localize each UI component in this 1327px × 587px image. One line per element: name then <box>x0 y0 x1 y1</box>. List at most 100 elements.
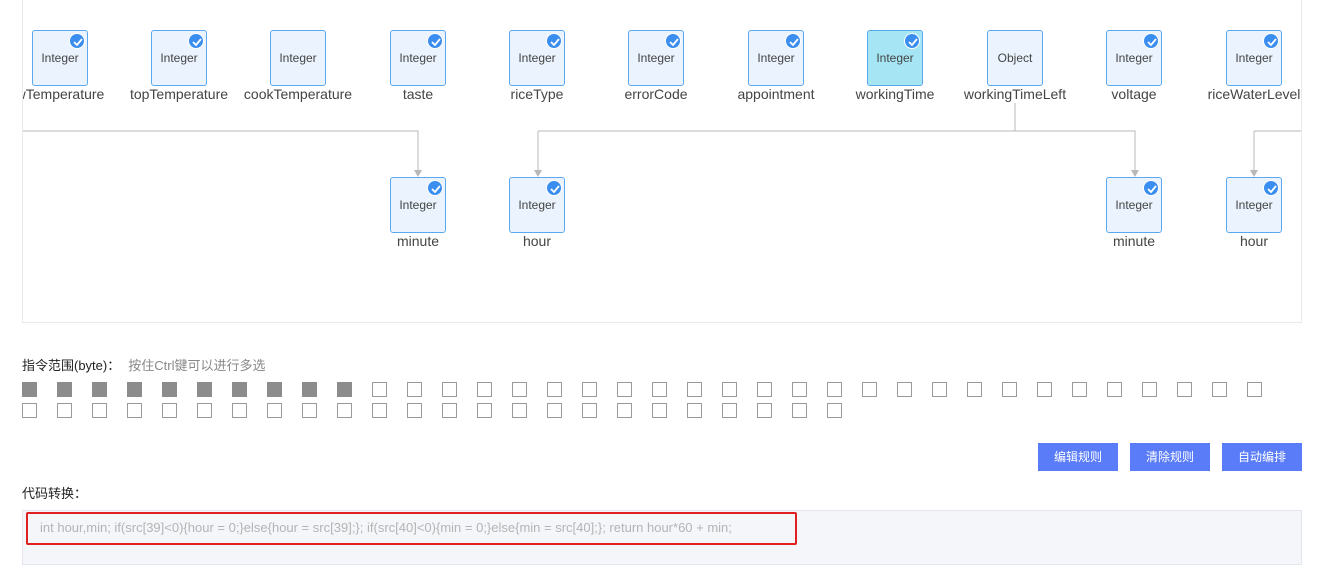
byte-cell[interactable] <box>792 403 807 418</box>
code-textarea[interactable]: int hour,min; if(src[39]<0){hour = 0;}el… <box>22 510 1302 565</box>
byte-cell[interactable] <box>197 403 212 418</box>
byte-cell[interactable] <box>372 382 387 397</box>
byte-cell[interactable] <box>722 382 737 397</box>
byte-cell[interactable] <box>827 403 842 418</box>
field-node-ricetype[interactable]: Integer <box>509 30 565 86</box>
byte-cell[interactable] <box>757 403 772 418</box>
byte-cell[interactable] <box>92 382 107 397</box>
node-type: Integer <box>279 51 317 65</box>
check-icon <box>427 180 443 196</box>
byte-cell[interactable] <box>162 382 177 397</box>
check-icon <box>546 180 562 196</box>
field-node-taste[interactable]: Integer <box>390 30 446 86</box>
byte-cell[interactable] <box>337 403 352 418</box>
byte-cell[interactable] <box>1177 382 1192 397</box>
field-node-workingtimeleft[interactable]: Object <box>987 30 1043 86</box>
byte-cell[interactable] <box>162 403 177 418</box>
check-icon <box>546 33 562 49</box>
byte-range-title: 指令范围(byte)： 按住Ctrl键可以进行多选 <box>22 355 265 374</box>
byte-cell[interactable] <box>197 382 212 397</box>
node-name: hour <box>1239 233 1269 249</box>
byte-cell[interactable] <box>477 382 492 397</box>
byte-cell[interactable] <box>827 382 842 397</box>
byte-cell[interactable] <box>687 403 702 418</box>
node-type: Integer <box>518 198 556 212</box>
node-type: Object <box>997 51 1033 65</box>
clear-rule-button[interactable]: 清除规则 <box>1130 443 1210 471</box>
field-node-ricewaterlevel[interactable]: Integer <box>1226 30 1282 86</box>
byte-cell[interactable] <box>897 382 912 397</box>
byte-cell[interactable] <box>547 382 562 397</box>
node-type: Integer <box>1115 51 1153 65</box>
byte-cell[interactable] <box>127 382 142 397</box>
byte-cell[interactable] <box>512 382 527 397</box>
check-icon <box>1143 33 1159 49</box>
byte-cell[interactable] <box>407 403 422 418</box>
field-node-cooktemperature[interactable]: Integer <box>270 30 326 86</box>
node-name: workingTime <box>855 86 935 102</box>
field-node-wtemperature[interactable]: Integer <box>32 30 88 86</box>
byte-cell[interactable] <box>1072 382 1087 397</box>
node-name: errorCode <box>624 86 688 102</box>
byte-cell[interactable] <box>1142 382 1157 397</box>
byte-cell[interactable] <box>792 382 807 397</box>
node-type: Integer <box>41 51 79 65</box>
byte-cell[interactable] <box>22 382 37 397</box>
node-name: minute <box>1112 233 1156 249</box>
field-node-voltage[interactable]: Integer <box>1106 30 1162 86</box>
byte-cell[interactable] <box>1107 382 1122 397</box>
byte-cell[interactable] <box>442 382 457 397</box>
byte-cell[interactable] <box>722 403 737 418</box>
byte-cell[interactable] <box>932 382 947 397</box>
byte-cell[interactable] <box>512 403 527 418</box>
byte-cell[interactable] <box>757 382 772 397</box>
byte-cell[interactable] <box>407 382 422 397</box>
field-node-workingtime[interactable]: Integer <box>867 30 923 86</box>
byte-cell[interactable] <box>582 403 597 418</box>
byte-cell[interactable] <box>582 382 597 397</box>
byte-cell[interactable] <box>477 403 492 418</box>
byte-cell[interactable] <box>617 382 632 397</box>
byte-cell[interactable] <box>442 403 457 418</box>
edit-rule-button[interactable]: 编辑规则 <box>1038 443 1118 471</box>
byte-cell[interactable] <box>232 382 247 397</box>
byte-cell[interactable] <box>652 382 667 397</box>
byte-cell[interactable] <box>547 403 562 418</box>
node-type: Integer <box>1235 51 1273 65</box>
byte-cell[interactable] <box>687 382 702 397</box>
field-node-appointment[interactable]: Integer <box>748 30 804 86</box>
byte-cell[interactable] <box>372 403 387 418</box>
byte-cell[interactable] <box>22 403 37 418</box>
field-node-hour[interactable]: Integer <box>1226 177 1282 233</box>
byte-cell[interactable] <box>967 382 982 397</box>
field-node-hour[interactable]: Integer <box>509 177 565 233</box>
byte-cell[interactable] <box>1002 382 1017 397</box>
byte-cell[interactable] <box>57 403 72 418</box>
byte-cell[interactable] <box>57 382 72 397</box>
byte-cell[interactable] <box>1037 382 1052 397</box>
field-node-minute[interactable]: Integer <box>1106 177 1162 233</box>
node-type: Integer <box>1235 198 1273 212</box>
byte-cell[interactable] <box>617 403 632 418</box>
byte-cell[interactable] <box>267 403 282 418</box>
field-node-minute[interactable]: Integer <box>390 177 446 233</box>
check-icon <box>188 33 204 49</box>
struct-canvas: Integer wTemperature Integer topTemperat… <box>22 0 1302 323</box>
field-node-toptemperature[interactable]: Integer <box>151 30 207 86</box>
byte-cell[interactable] <box>92 403 107 418</box>
byte-cell[interactable] <box>337 382 352 397</box>
byte-cell[interactable] <box>232 403 247 418</box>
byte-cell[interactable] <box>1212 382 1227 397</box>
byte-cell[interactable] <box>862 382 877 397</box>
byte-cell[interactable] <box>302 382 317 397</box>
byte-cell[interactable] <box>127 403 142 418</box>
node-type: Integer <box>399 198 437 212</box>
byte-cell[interactable] <box>267 382 282 397</box>
field-node-errorcode[interactable]: Integer <box>628 30 684 86</box>
node-type: Integer <box>518 51 556 65</box>
auto-arrange-button[interactable]: 自动编排 <box>1222 443 1302 471</box>
byte-cell[interactable] <box>1247 382 1262 397</box>
node-type: Integer <box>876 51 914 65</box>
byte-cell[interactable] <box>302 403 317 418</box>
byte-cell[interactable] <box>652 403 667 418</box>
